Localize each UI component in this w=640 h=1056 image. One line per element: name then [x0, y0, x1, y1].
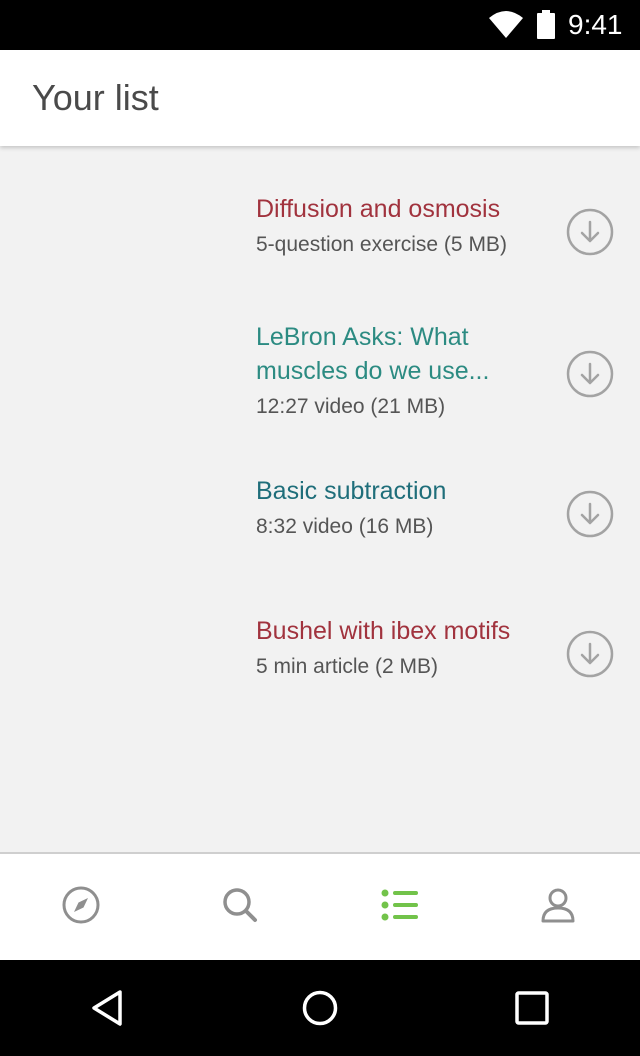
- list-item[interactable]: Diffusion and osmosis 5-question exercis…: [256, 192, 626, 258]
- download-icon[interactable]: [566, 490, 614, 538]
- recents-icon[interactable]: [512, 988, 552, 1028]
- tab-profile[interactable]: [538, 887, 578, 927]
- battery-icon: [536, 10, 556, 45]
- download-icon[interactable]: [566, 208, 614, 256]
- list-icon: [380, 885, 420, 930]
- list-item[interactable]: Bushel with ibex motifs 5 min article (2…: [256, 614, 626, 680]
- status-bar: 9:41: [0, 0, 640, 50]
- download-icon[interactable]: [566, 350, 614, 398]
- list-item[interactable]: Basic subtraction 8:32 video (16 MB): [256, 474, 626, 540]
- app-header: Your list: [0, 50, 640, 146]
- system-nav-bar: [0, 960, 640, 1056]
- profile-icon: [538, 885, 578, 930]
- bottom-nav: [0, 854, 640, 960]
- status-time: 9:41: [568, 9, 623, 40]
- tab-your-list[interactable]: [380, 887, 420, 927]
- tab-search[interactable]: [220, 887, 260, 927]
- search-icon: [220, 885, 260, 930]
- download-list: Diffusion and osmosis 5-question exercis…: [0, 146, 640, 852]
- download-icon[interactable]: [566, 630, 614, 678]
- home-icon[interactable]: [300, 988, 340, 1028]
- wifi-icon: [488, 10, 524, 45]
- item-title[interactable]: LeBron Asks: What muscles do we use...: [256, 320, 546, 388]
- item-title[interactable]: Bushel with ibex motifs: [256, 614, 546, 648]
- tab-explore[interactable]: [61, 885, 101, 930]
- item-title[interactable]: Basic subtraction: [256, 474, 546, 508]
- page-title: Your list: [32, 77, 159, 118]
- item-title[interactable]: Diffusion and osmosis: [256, 192, 546, 226]
- list-item[interactable]: LeBron Asks: What muscles do we use... 1…: [256, 320, 626, 420]
- back-icon[interactable]: [88, 988, 128, 1028]
- compass-icon: [61, 885, 101, 930]
